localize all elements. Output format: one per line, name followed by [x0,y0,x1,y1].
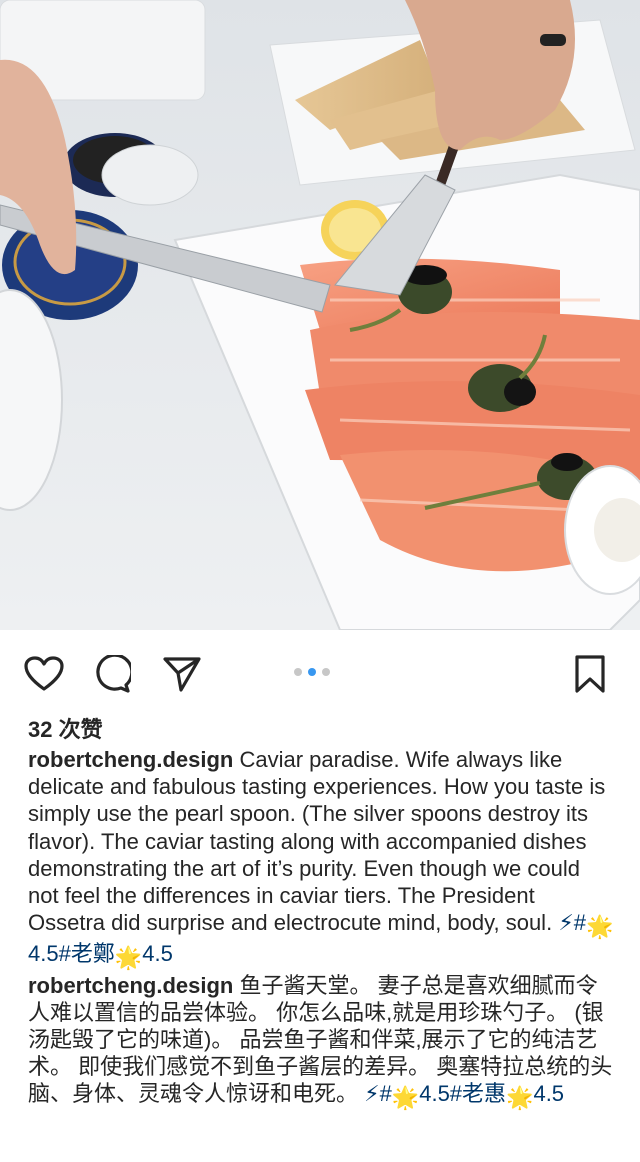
carousel-dot [322,668,330,676]
rating-text: 4.5 [533,1081,565,1107]
heart-icon [24,656,64,692]
hashtag-link[interactable]: 4.5#老惠 [419,1081,506,1106]
star-emoji: 🌟 [586,914,614,940]
like-button[interactable] [22,652,66,696]
comment-icon [93,655,131,693]
caption-english: robertcheng.design Caviar paradise. Wife… [28,746,616,972]
post-caption: robertcheng.design Caviar paradise. Wife… [28,746,616,1112]
caption-username[interactable]: robertcheng.design [28,747,233,772]
carousel-indicator [294,668,330,676]
star-emoji: 🌟 [114,945,143,971]
paper-plane-icon [163,656,201,692]
star-emoji: 🌟 [506,1085,534,1111]
bookmark-icon [574,655,606,693]
share-button[interactable] [160,652,204,696]
hashtag-link[interactable]: ⚡# [558,910,586,935]
carousel-dot [294,668,302,676]
star-emoji: 🌟 [391,1085,420,1111]
post-actions-bar [0,630,640,710]
comment-button[interactable] [90,652,134,696]
hashtag-link[interactable]: 4.5#老鄭 [28,941,115,966]
save-button[interactable] [568,652,612,696]
caption-text: Caviar paradise. Wife always like delica… [28,747,606,936]
rating-text: 4.5 [142,941,173,967]
caption-username[interactable]: robertcheng.design [28,973,233,998]
caption-chinese: robertcheng.design 鱼子酱天堂。 妻子总是喜欢细腻而令人难以置… [28,972,616,1112]
carousel-dot-active [308,668,316,676]
likes-count[interactable]: 32 次赞 [28,712,103,744]
post-photo[interactable] [0,0,640,630]
hashtag-link[interactable]: ⚡# [364,1081,392,1106]
